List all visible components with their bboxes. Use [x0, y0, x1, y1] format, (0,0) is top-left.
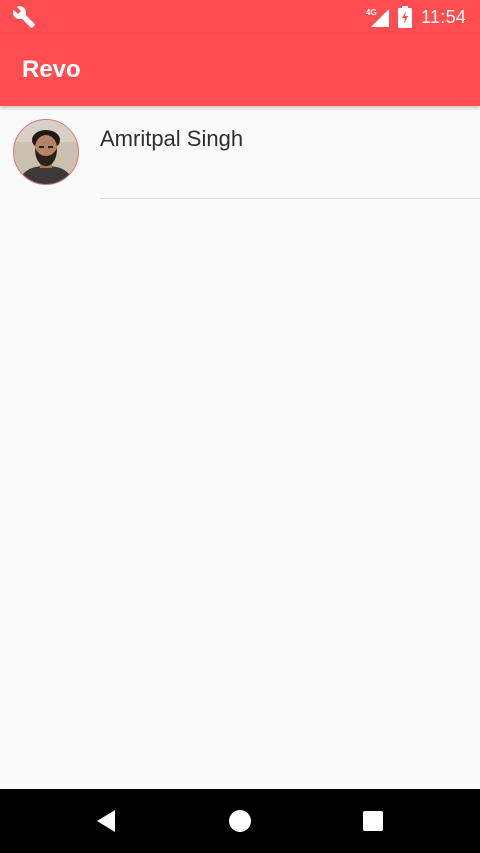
status-time: 11:54	[421, 7, 467, 27]
contact-list: Amritpal Singh	[0, 106, 480, 789]
navigation-bar	[0, 789, 480, 853]
battery-charging-icon	[398, 6, 412, 28]
app-bar: Revo	[0, 34, 480, 106]
wrench-icon	[12, 6, 35, 28]
contact-list-item[interactable]: Amritpal Singh	[0, 106, 480, 199]
avatar[interactable]	[13, 119, 79, 185]
profile-photo-image	[14, 120, 78, 184]
network-type-label: 4G	[366, 8, 377, 17]
divider	[100, 198, 480, 199]
app-title: Revo	[22, 56, 81, 83]
status-bar: 4G 11:54	[0, 0, 480, 34]
recents-icon[interactable]	[359, 807, 387, 835]
contact-name: Amritpal Singh	[100, 126, 244, 151]
home-icon[interactable]	[226, 807, 254, 835]
back-icon[interactable]	[93, 807, 121, 835]
signal-4g-icon: 4G	[366, 8, 389, 27]
